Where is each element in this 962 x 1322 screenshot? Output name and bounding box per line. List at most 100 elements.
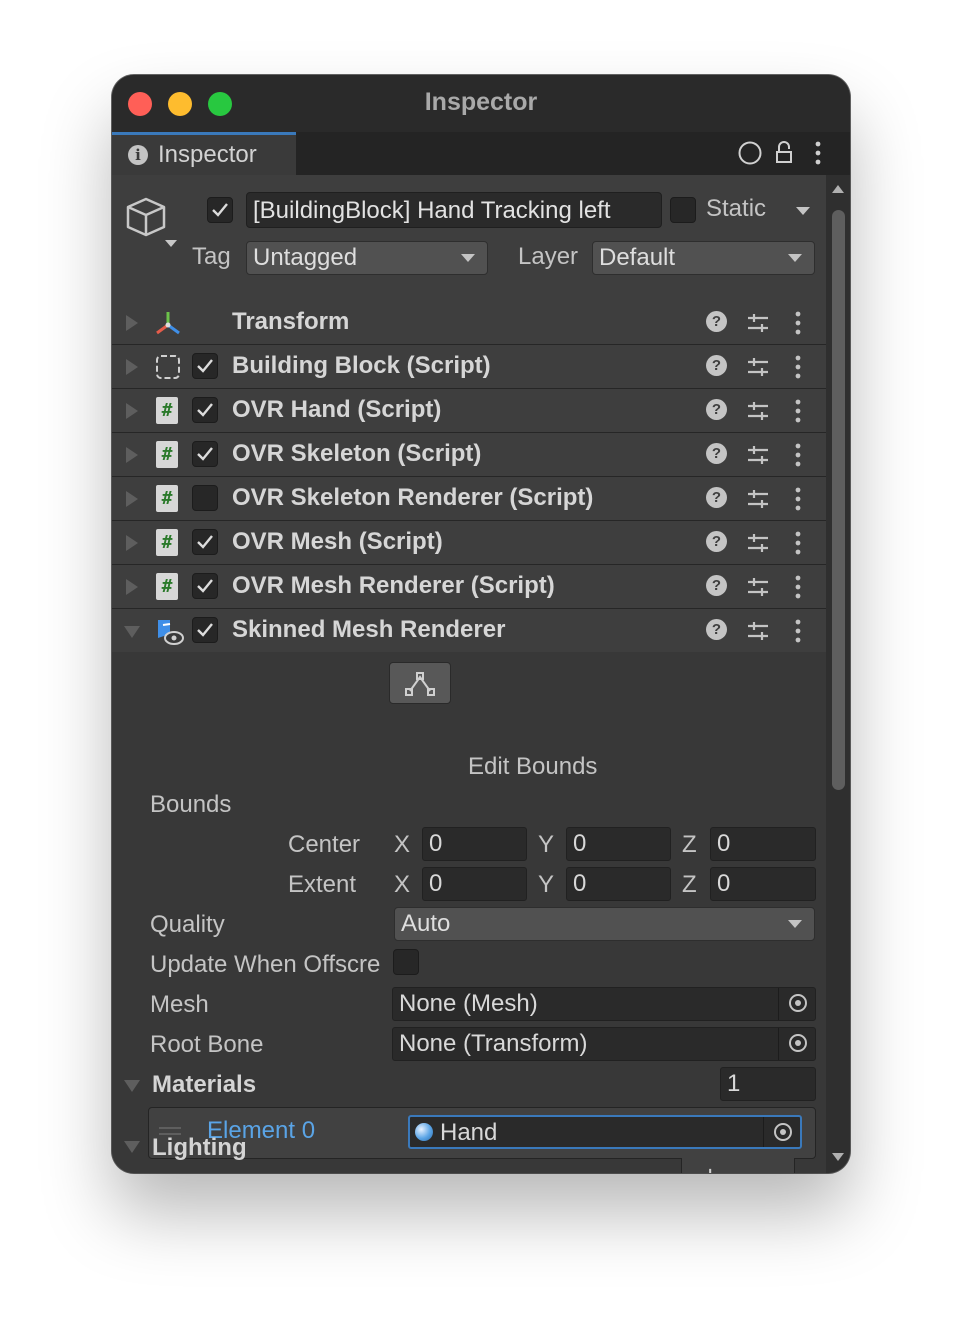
help-icon[interactable]: ?: [706, 355, 727, 376]
chevron-down-icon: [788, 920, 802, 928]
gameobject-cube-icon[interactable]: [124, 195, 182, 255]
tab-bar: i Inspector: [112, 132, 850, 175]
presets-sliders-icon[interactable]: [746, 531, 770, 555]
materials-foldout-arrow-icon[interactable]: [124, 1080, 140, 1092]
component-menu-kebab-icon[interactable]: [794, 354, 802, 380]
checkmark-icon: [197, 359, 213, 373]
help-icon[interactable]: ?: [706, 531, 727, 552]
presets-sliders-icon[interactable]: [746, 399, 770, 423]
component-menu-kebab-icon[interactable]: [794, 574, 802, 600]
foldout-arrow-icon[interactable]: [126, 403, 138, 419]
vertical-scrollbar[interactable]: [826, 175, 850, 1173]
center-x-field[interactable]: 0: [422, 827, 527, 861]
root-bone-object-field[interactable]: None (Transform): [392, 1027, 816, 1061]
object-picker-icon[interactable]: [789, 1034, 807, 1052]
materials-size-field[interactable]: 1: [720, 1067, 816, 1101]
scroll-up-arrow-icon[interactable]: [832, 185, 844, 193]
foldout-arrow-icon[interactable]: [126, 579, 138, 595]
foldout-arrow-icon[interactable]: [126, 491, 138, 507]
quality-dropdown[interactable]: Auto: [394, 907, 815, 941]
component-enabled-checkbox[interactable]: [192, 529, 218, 555]
foldout-arrow-icon[interactable]: [124, 626, 140, 638]
quality-label: Quality: [150, 911, 225, 938]
tag-dropdown[interactable]: Untagged: [246, 241, 488, 275]
component-menu-kebab-icon[interactable]: [794, 618, 802, 644]
foldout-arrow-icon[interactable]: [126, 535, 138, 551]
component-ovr-hand[interactable]: # OVR Hand (Script) ?: [112, 389, 826, 433]
component-enabled-checkbox[interactable]: [192, 617, 218, 643]
help-icon[interactable]: ?: [706, 443, 727, 464]
foldout-arrow-icon[interactable]: [126, 359, 138, 375]
help-icon[interactable]: ?: [706, 311, 727, 332]
component-name: OVR Hand (Script): [232, 396, 442, 423]
component-menu-kebab-icon[interactable]: [794, 530, 802, 556]
presets-sliders-icon[interactable]: [746, 311, 770, 335]
extent-z-field[interactable]: 0: [710, 867, 816, 901]
component-ovr-mesh[interactable]: # OVR Mesh (Script) ?: [112, 521, 826, 565]
add-element-button[interactable]: +: [702, 1160, 718, 1173]
component-menu-kebab-icon[interactable]: [794, 442, 802, 468]
foldout-arrow-icon[interactable]: [126, 447, 138, 463]
component-name: OVR Mesh Renderer (Script): [232, 572, 555, 599]
object-picker-icon[interactable]: [774, 1123, 792, 1141]
center-y-field[interactable]: 0: [566, 827, 671, 861]
component-enabled-checkbox[interactable]: [192, 441, 218, 467]
root-bone-label: Root Bone: [150, 1031, 264, 1058]
scrollbar-thumb[interactable]: [832, 210, 845, 790]
help-icon[interactable]: ?: [706, 575, 727, 596]
csharp-script-icon: #: [156, 397, 178, 424]
remove-element-button[interactable]: −: [754, 1160, 770, 1173]
object-header: [BuildingBlock] Hand Tracking left Stati…: [112, 175, 826, 303]
object-name-input[interactable]: [BuildingBlock] Hand Tracking left: [246, 192, 662, 228]
element-0-material-field[interactable]: Hand: [408, 1115, 802, 1149]
component-building-block[interactable]: Building Block (Script) ?: [112, 345, 826, 389]
component-menu-kebab-icon[interactable]: [794, 486, 802, 512]
static-dropdown-arrow-icon[interactable]: [796, 207, 810, 215]
active-checkbox[interactable]: [207, 197, 233, 223]
extent-y-field[interactable]: 0: [566, 867, 671, 901]
component-skinned-mesh-renderer[interactable]: Skinned Mesh Renderer ?: [112, 609, 826, 653]
presets-sliders-icon[interactable]: [746, 575, 770, 599]
component-menu-kebab-icon[interactable]: [794, 398, 802, 424]
lock-icon[interactable]: [772, 132, 796, 175]
edit-bounds-button[interactable]: [389, 662, 451, 704]
foldout-arrow-icon[interactable]: [126, 315, 138, 331]
object-picker-icon[interactable]: [789, 994, 807, 1012]
mesh-object-field[interactable]: None (Mesh): [392, 987, 816, 1021]
tab-menu-kebab-icon[interactable]: [808, 132, 828, 175]
component-name: Transform: [232, 308, 350, 335]
presets-sliders-icon[interactable]: [746, 355, 770, 379]
help-icon[interactable]: ?: [706, 399, 727, 420]
component-transform[interactable]: Transform ?: [112, 301, 826, 345]
list-add-remove-footer: + −: [681, 1158, 795, 1173]
component-ovr-skeleton[interactable]: # OVR Skeleton (Script) ?: [112, 433, 826, 477]
center-z-field[interactable]: 0: [710, 827, 816, 861]
component-ovr-mesh-renderer[interactable]: # OVR Mesh Renderer (Script) ?: [112, 565, 826, 609]
component-enabled-checkbox[interactable]: [192, 485, 218, 511]
component-enabled-checkbox[interactable]: [192, 397, 218, 423]
checkmark-icon: [197, 623, 213, 637]
lighting-foldout-arrow-icon[interactable]: [124, 1141, 140, 1153]
presets-sliders-icon[interactable]: [746, 619, 770, 643]
tag-label: Tag: [192, 243, 231, 270]
presets-sliders-icon[interactable]: [746, 443, 770, 467]
component-enabled-checkbox[interactable]: [192, 353, 218, 379]
extent-x-field[interactable]: 0: [422, 867, 527, 901]
lighting-label: Lighting: [152, 1134, 247, 1161]
scroll-down-arrow-icon[interactable]: [832, 1153, 844, 1161]
field-separator: [778, 988, 779, 1020]
debug-mode-circle-icon[interactable]: [736, 132, 764, 175]
component-menu-kebab-icon[interactable]: [794, 310, 802, 336]
layer-dropdown[interactable]: Default: [592, 241, 815, 275]
presets-sliders-icon[interactable]: [746, 487, 770, 511]
transform-axes-icon: [156, 312, 180, 335]
help-icon[interactable]: ?: [706, 619, 727, 640]
static-checkbox[interactable]: [670, 197, 696, 223]
update-offscreen-checkbox[interactable]: [393, 949, 419, 975]
component-enabled-checkbox[interactable]: [192, 573, 218, 599]
component-ovr-skeleton-renderer[interactable]: # OVR Skeleton Renderer (Script) ?: [112, 477, 826, 521]
dashed-square-icon: [156, 355, 180, 379]
help-icon[interactable]: ?: [706, 487, 727, 508]
inspector-window: Inspector i Inspector [BuildingBlock] Ha…: [112, 75, 850, 1173]
tab-inspector[interactable]: i Inspector: [112, 132, 296, 175]
